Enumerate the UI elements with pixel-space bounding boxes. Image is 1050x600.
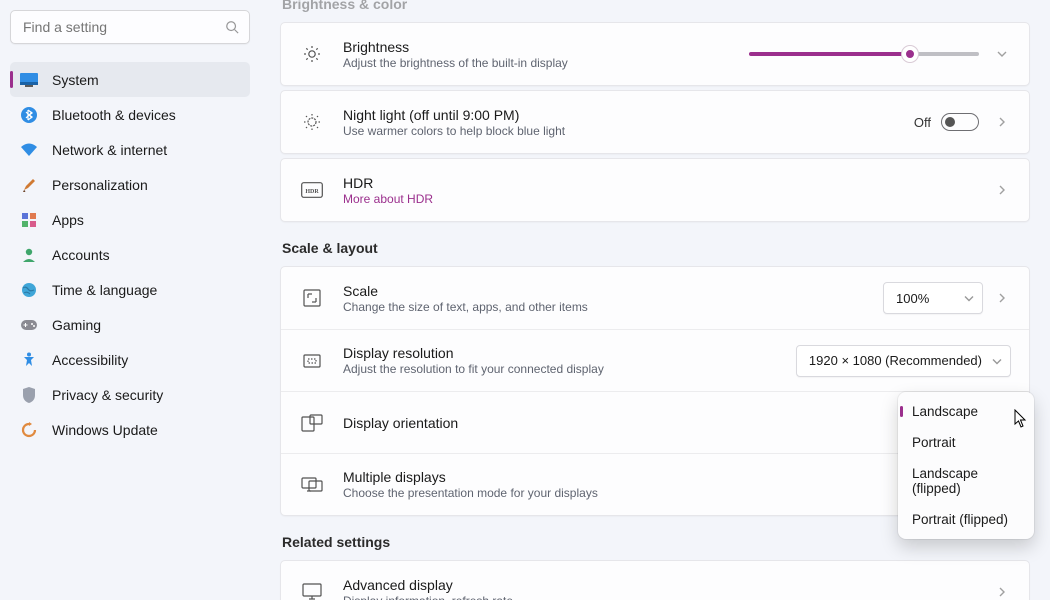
scale-sub: Change the size of text, apps, and other…	[343, 300, 883, 314]
scale-icon	[299, 288, 325, 308]
main-content: Brightness & color Brightness Adjust the…	[260, 0, 1050, 600]
sidebar-item-label: System	[52, 72, 99, 88]
section-title-scale-layout: Scale & layout	[282, 240, 1030, 256]
paintbrush-icon	[20, 176, 38, 194]
resolution-title: Display resolution	[343, 345, 796, 361]
accounts-icon	[20, 246, 38, 264]
gaming-icon	[20, 316, 38, 334]
chevron-right-icon[interactable]	[993, 181, 1011, 199]
sidebar-item-system[interactable]: System	[10, 62, 250, 97]
sidebar-item-label: Bluetooth & devices	[52, 107, 176, 123]
chevron-right-icon[interactable]	[993, 113, 1011, 131]
scale-title: Scale	[343, 283, 883, 299]
globe-icon	[20, 281, 38, 299]
brightness-sub: Adjust the brightness of the built-in di…	[343, 56, 749, 70]
shield-icon	[20, 386, 38, 404]
toggle-switch[interactable]	[941, 113, 979, 131]
sidebar-item-network[interactable]: Network & internet	[10, 132, 250, 167]
bluetooth-icon	[20, 106, 38, 124]
brightness-icon	[299, 44, 325, 64]
toggle-state-label: Off	[914, 115, 931, 130]
sidebar-item-label: Personalization	[52, 177, 148, 193]
advanced-display-sub: Display information, refresh rate	[343, 594, 983, 600]
hdr-link[interactable]: More about HDR	[343, 192, 983, 206]
advanced-display-title: Advanced display	[343, 577, 983, 593]
chevron-down-icon[interactable]	[993, 45, 1011, 63]
sidebar-item-label: Apps	[52, 212, 84, 228]
section-title-brightness-color: Brightness & color	[282, 0, 1030, 12]
sidebar: System Bluetooth & devices Network & int…	[0, 0, 260, 600]
sidebar-item-personalization[interactable]: Personalization	[10, 167, 250, 202]
sidebar-item-windows-update[interactable]: Windows Update	[10, 412, 250, 447]
scale-select[interactable]: 100%	[883, 282, 983, 314]
resolution-row[interactable]: Display resolution Adjust the resolution…	[281, 329, 1029, 391]
sidebar-item-time-language[interactable]: Time & language	[10, 272, 250, 307]
orientation-option-portrait-flipped[interactable]: Portrait (flipped)	[900, 504, 1032, 535]
resolution-select[interactable]: 1920 × 1080 (Recommended)	[796, 345, 1011, 377]
sidebar-item-label: Privacy & security	[52, 387, 163, 403]
sidebar-item-label: Network & internet	[52, 142, 167, 158]
sidebar-item-gaming[interactable]: Gaming	[10, 307, 250, 342]
nightlight-title: Night light (off until 9:00 PM)	[343, 107, 914, 123]
scale-value: 100%	[896, 291, 929, 306]
chevron-right-icon[interactable]	[993, 289, 1011, 307]
monitor-icon	[299, 583, 325, 600]
wifi-icon	[20, 141, 38, 159]
resolution-sub: Adjust the resolution to fit your connec…	[343, 362, 796, 376]
sidebar-item-accounts[interactable]: Accounts	[10, 237, 250, 272]
nightlight-toggle[interactable]: Off	[914, 113, 979, 131]
svg-text:HDR: HDR	[305, 189, 319, 195]
sidebar-item-label: Accounts	[52, 247, 110, 263]
sidebar-item-apps[interactable]: Apps	[10, 202, 250, 237]
multiple-displays-icon	[299, 476, 325, 494]
chevron-down-icon	[964, 294, 974, 304]
advanced-display-card: Advanced display Display information, re…	[280, 560, 1030, 600]
windows-update-icon	[20, 421, 38, 439]
brightness-row[interactable]: Brightness Adjust the brightness of the …	[281, 23, 1029, 85]
chevron-down-icon	[992, 356, 1002, 366]
scale-row[interactable]: Scale Change the size of text, apps, and…	[281, 267, 1029, 329]
orientation-option-portrait[interactable]: Portrait	[900, 427, 1032, 458]
nightlight-row[interactable]: Night light (off until 9:00 PM) Use warm…	[281, 91, 1029, 153]
sidebar-item-label: Windows Update	[52, 422, 158, 438]
hdr-title: HDR	[343, 175, 983, 191]
sidebar-item-label: Accessibility	[52, 352, 128, 368]
sidebar-item-accessibility[interactable]: Accessibility	[10, 342, 250, 377]
orientation-option-landscape-flipped[interactable]: Landscape (flipped)	[900, 458, 1032, 504]
sidebar-item-bluetooth[interactable]: Bluetooth & devices	[10, 97, 250, 132]
resolution-value: 1920 × 1080 (Recommended)	[809, 353, 982, 368]
orientation-icon	[299, 414, 325, 432]
brightness-card: Brightness Adjust the brightness of the …	[280, 22, 1030, 86]
resolution-icon	[299, 351, 325, 371]
chevron-right-icon[interactable]	[993, 583, 1011, 600]
nightlight-icon	[299, 112, 325, 132]
mouse-cursor	[1014, 409, 1028, 427]
sidebar-item-label: Time & language	[52, 282, 157, 298]
hdr-icon: HDR	[299, 182, 325, 198]
nightlight-sub: Use warmer colors to help block blue lig…	[343, 124, 914, 138]
system-icon	[20, 71, 38, 89]
search-box[interactable]	[10, 10, 250, 44]
sidebar-item-label: Gaming	[52, 317, 101, 333]
hdr-row[interactable]: HDR HDR More about HDR	[281, 159, 1029, 221]
sidebar-item-privacy[interactable]: Privacy & security	[10, 377, 250, 412]
apps-icon	[20, 211, 38, 229]
accessibility-icon	[20, 351, 38, 369]
hdr-card: HDR HDR More about HDR	[280, 158, 1030, 222]
nightlight-card: Night light (off until 9:00 PM) Use warm…	[280, 90, 1030, 154]
brightness-slider[interactable]	[749, 52, 979, 56]
orientation-option-landscape[interactable]: Landscape	[900, 396, 1032, 427]
brightness-title: Brightness	[343, 39, 749, 55]
search-icon	[225, 20, 239, 34]
search-input[interactable]	[21, 18, 225, 36]
advanced-display-row[interactable]: Advanced display Display information, re…	[281, 561, 1029, 600]
